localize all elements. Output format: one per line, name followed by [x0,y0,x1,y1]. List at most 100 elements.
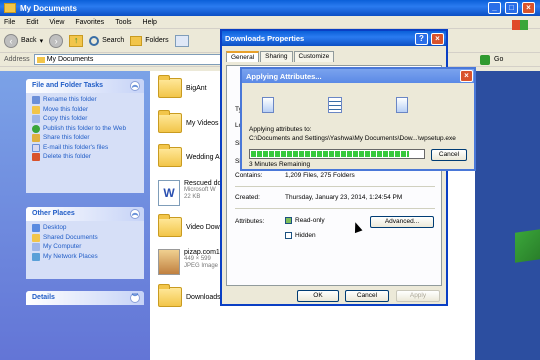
desktop-background [475,71,540,360]
move-icon [32,105,40,114]
file-item[interactable]: My Videos [158,110,219,133]
file-item[interactable]: Video Dowi [158,214,222,237]
folders-icon [130,35,143,46]
file-name: My Videos [186,119,219,127]
chevron-down-icon: ▾ [39,37,44,45]
file-item[interactable]: Wedding Al [158,144,221,167]
place-network[interactable]: My Network Places [32,252,140,261]
file-item[interactable]: pizap.com1 449 × 599 JPEG Image [158,249,220,275]
cancel-button[interactable]: Cancel [431,149,467,161]
applying-titlebar[interactable]: Applying Attributes... × [242,69,474,83]
views-icon[interactable] [174,34,189,47]
properties-titlebar[interactable]: Downloads Properties ? × [222,31,446,46]
place-my-computer[interactable]: My Computer [32,243,140,251]
task-pane: File and Folder Tasks ︽ Rename this fold… [0,71,150,360]
attributes-row: Attributes: [235,218,285,225]
readonly-checkbox[interactable]: Read-only [285,217,325,224]
file-name: BigAnt [186,84,207,92]
folder-icon [158,214,182,237]
go-icon[interactable] [480,54,490,65]
cancel-button[interactable]: Cancel [345,290,389,302]
search-button[interactable]: Search [89,35,125,46]
menu-file[interactable]: File [4,19,15,26]
panel-header[interactable]: Details ︾ [26,291,144,305]
menu-view[interactable]: View [49,19,64,26]
folder-icon [158,75,182,98]
task-rename[interactable]: Rename this folder [32,96,140,104]
copy-icon [32,115,40,123]
contains-label: Contains: [235,172,263,179]
task-move[interactable]: Move this folder [32,105,140,114]
collapse-icon[interactable]: ︽ [130,209,140,219]
place-desktop[interactable]: Desktop [32,224,140,232]
windows-flag-icon [515,229,540,263]
file-item[interactable]: BigAnt [158,75,207,98]
search-label: Search [102,37,125,44]
task-publish[interactable]: Publish this folder to the Web [32,124,140,133]
expand-icon[interactable]: ︾ [130,293,140,303]
task-email[interactable]: E-mail this folder's files [32,143,140,152]
place-label: My Computer [43,243,82,250]
file-name: Video Dowi [186,223,222,231]
tab-customize[interactable]: Customize [293,51,335,62]
file-name: Downloads [186,293,221,301]
forward-arrow-icon[interactable]: › [49,33,64,48]
details-panel: Details ︾ [26,291,144,305]
go-label[interactable]: Go [494,56,503,63]
task-delete[interactable]: Delete this folder [32,153,140,161]
minimize-button[interactable]: _ [488,2,501,14]
up-folder-icon[interactable]: ↑ [69,34,84,47]
contains-value: 1,209 Files, 275 Folders [285,172,355,179]
hidden-label: Hidden [295,232,316,240]
menu-edit[interactable]: Edit [26,19,38,26]
file-name: pizap.com1 [184,249,220,256]
tab-sharing[interactable]: Sharing [260,51,293,62]
close-button[interactable]: × [522,2,535,14]
collapse-icon[interactable]: ︽ [130,81,140,91]
apply-button[interactable]: Apply [396,290,440,302]
attributes-list-icon [328,97,342,113]
panel-header[interactable]: Other Places ︽ [26,207,144,221]
dialog-title: Downloads Properties [225,34,305,43]
panel-header[interactable]: File and Folder Tasks ︽ [26,79,144,93]
search-icon [89,35,100,46]
explorer-titlebar[interactable]: My Documents _ □ × [0,0,540,16]
maximize-button[interactable]: □ [505,2,518,14]
file-details: 449 × 599 JPEG Image [184,256,219,269]
back-button[interactable]: ‹ Back ▾ [4,33,44,48]
ok-button[interactable]: OK [297,290,339,302]
divider [235,186,435,187]
address-input[interactable]: My Documents [33,54,224,65]
folder-icon [32,233,40,242]
attributes-label: Attributes: [235,218,265,225]
progress-fill [251,151,410,157]
close-button[interactable]: × [431,33,444,45]
close-button[interactable]: × [460,70,473,82]
created-row: Created: Thursday, January 23, 2014, 1:2… [235,194,402,201]
file-item[interactable]: W Rescued do Microsoft W 22 KB [158,180,221,206]
word-document-icon: W [158,180,180,206]
task-copy[interactable]: Copy this folder [32,115,140,123]
folder-icon [4,3,16,13]
task-label: Rename this folder [43,96,97,103]
progress-bar [249,149,425,159]
applying-path: C:\Documents and Settings\Yashwa\My Docu… [249,135,456,142]
document-icon [262,97,274,113]
checkbox-icon [285,232,292,239]
folders-button[interactable]: Folders [130,35,169,46]
menu-tools[interactable]: Tools [115,19,131,26]
task-label: Copy this folder [43,115,88,122]
help-button[interactable]: ? [415,33,428,45]
menu-favorites[interactable]: Favorites [75,19,104,26]
menu-help[interactable]: Help [143,19,157,26]
task-share[interactable]: Share this folder [32,134,140,142]
file-item[interactable]: Downloads [158,284,221,307]
hidden-checkbox[interactable]: Hidden [285,232,316,239]
mouse-cursor-icon [351,220,363,234]
place-shared-documents[interactable]: Shared Documents [32,233,140,242]
rename-icon [32,96,40,104]
advanced-button[interactable]: Advanced... [370,216,434,228]
file-folder-tasks-panel: File and Folder Tasks ︽ Rename this fold… [26,79,144,193]
dialog-title: Applying Attributes... [246,71,322,81]
tab-general[interactable]: General [226,51,260,62]
